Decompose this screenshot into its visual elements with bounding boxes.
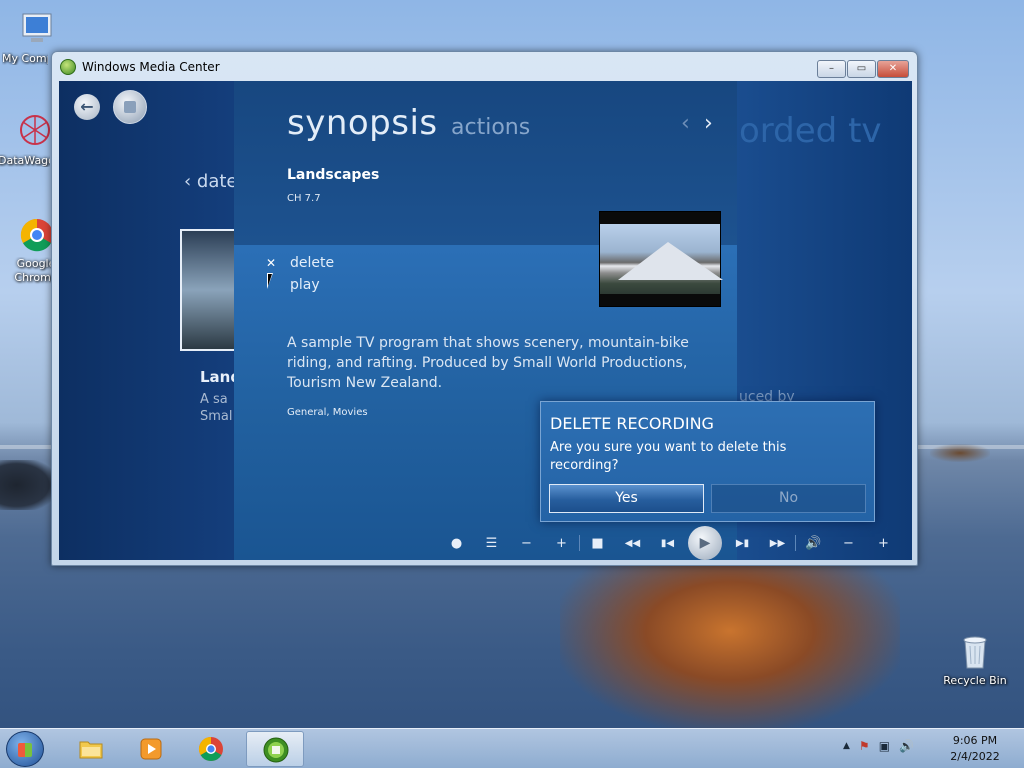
prev-arrow-icon[interactable]: ‹ xyxy=(681,111,690,136)
transport-controls: ● ☰ − + ■ ◀◀ ▮◀ ▶ ▶▮ ▶▶ 🔊 − + xyxy=(439,526,909,560)
clock-time: 9:06 PM xyxy=(952,734,998,747)
dialog-title: DELETE RECORDING xyxy=(550,414,714,433)
action-play[interactable]: play xyxy=(290,277,320,293)
delete-recording-dialog: DELETE RECORDING Are you sure you want t… xyxy=(540,401,875,522)
clock-date: 2/4/2022 xyxy=(950,750,1000,763)
taskbar-item-media-center[interactable] xyxy=(246,731,304,767)
yes-button[interactable]: Yes xyxy=(549,484,704,513)
folder-icon xyxy=(79,741,103,759)
chrome-icon xyxy=(198,737,223,762)
maximize-button[interactable]: ▭ xyxy=(847,60,876,78)
clock[interactable]: 9:06 PM 2/4/2022 xyxy=(940,733,1010,765)
program-title: Landscapes xyxy=(287,167,380,183)
minimize-button[interactable]: – xyxy=(817,60,846,78)
desktop-icon-label: DataWagon xyxy=(0,154,50,167)
computer-icon xyxy=(22,13,52,42)
skip-forward-icon[interactable]: ▶▮ xyxy=(725,538,760,549)
taskbar-item-media-player[interactable] xyxy=(122,731,180,767)
action-center-flag-icon[interactable]: ⚑ xyxy=(859,739,870,753)
program-channel: CH 7.7 xyxy=(287,193,321,204)
taskbar: ▲ ⚑ ▣ 🔊 9:06 PM 2/4/2022 xyxy=(0,728,1024,768)
mouse-cursor-icon xyxy=(267,273,273,289)
action-delete[interactable]: delete xyxy=(290,255,334,271)
stop-icon[interactable]: ■ xyxy=(580,536,615,551)
background-program-subtitle: A sa Smal xyxy=(200,392,233,424)
title-bar[interactable]: Windows Media Center xyxy=(52,52,917,82)
volume-up-icon[interactable]: + xyxy=(866,536,901,551)
fast-forward-icon[interactable]: ▶▶ xyxy=(760,538,795,549)
mountain-preview-image xyxy=(600,224,723,294)
media-center-window: Windows Media Center – ▭ ✕ ← ‹ date Land… xyxy=(51,51,918,566)
record-icon[interactable]: ● xyxy=(439,536,474,551)
back-button[interactable]: ← xyxy=(74,94,100,120)
guide-icon[interactable]: ☰ xyxy=(474,536,509,551)
volume-icon[interactable]: 🔊 xyxy=(796,536,831,551)
rock-left xyxy=(0,460,55,510)
chrome-icon xyxy=(20,218,53,252)
dialog-message: Are you sure you want to delete this rec… xyxy=(550,440,787,473)
program-genres: General, Movies xyxy=(287,407,368,418)
media-center-content: ← ‹ date Land A sa Smal orded tv uced by… xyxy=(59,81,912,560)
volume-down-icon[interactable]: − xyxy=(831,536,866,551)
volume-icon[interactable]: 🔊 xyxy=(899,739,914,753)
media-player-icon xyxy=(140,738,162,760)
media-center-start-button[interactable] xyxy=(113,90,147,124)
desktop-icon-label: Recycle Bin xyxy=(943,674,1007,687)
date-sort-link[interactable]: ‹ date xyxy=(184,171,238,192)
program-preview-thumbnail xyxy=(599,211,723,307)
channel-down-icon[interactable]: − xyxy=(509,536,544,551)
next-arrow-icon[interactable]: › xyxy=(704,111,713,136)
window-controls: – ▭ ✕ xyxy=(816,60,909,78)
program-description: A sample TV program that shows scenery, … xyxy=(287,335,689,391)
close-button[interactable]: ✕ xyxy=(877,60,909,78)
window-title: Windows Media Center xyxy=(82,60,220,74)
channel-up-icon[interactable]: + xyxy=(544,536,579,551)
media-center-icon xyxy=(60,59,76,75)
tab-synopsis[interactable]: synopsis xyxy=(287,103,438,143)
skip-back-icon[interactable]: ▮◀ xyxy=(650,538,685,549)
desktop-icon-label: My Computer xyxy=(2,52,48,65)
play-icon[interactable]: ▶ xyxy=(688,526,722,560)
recorded-tv-heading: orded tv xyxy=(739,111,882,151)
taskbar-item-chrome[interactable] xyxy=(182,731,240,767)
media-center-icon xyxy=(263,737,289,763)
system-tray: ▲ ⚑ ▣ 🔊 xyxy=(843,739,923,753)
back-arrow-icon: ← xyxy=(80,97,94,116)
recycle-bin-icon xyxy=(963,636,987,669)
start-button[interactable] xyxy=(6,731,44,767)
tab-actions[interactable]: actions xyxy=(451,115,530,140)
rewind-icon[interactable]: ◀◀ xyxy=(615,538,650,549)
mountain-shape xyxy=(618,242,723,280)
network-icon[interactable]: ▣ xyxy=(879,739,890,753)
datawagon-icon xyxy=(20,115,50,145)
taskbar-item-explorer[interactable] xyxy=(62,731,120,767)
no-button[interactable]: No xyxy=(711,484,866,513)
show-hidden-icons-icon[interactable]: ▲ xyxy=(843,741,850,751)
delete-x-icon: ✕ xyxy=(266,256,277,270)
sea-reflection xyxy=(560,565,900,730)
rock-right xyxy=(930,444,990,462)
background-program-thumbnail[interactable] xyxy=(180,229,236,351)
desktop-icon-recycle-bin[interactable]: Recycle Bin xyxy=(940,632,1010,687)
